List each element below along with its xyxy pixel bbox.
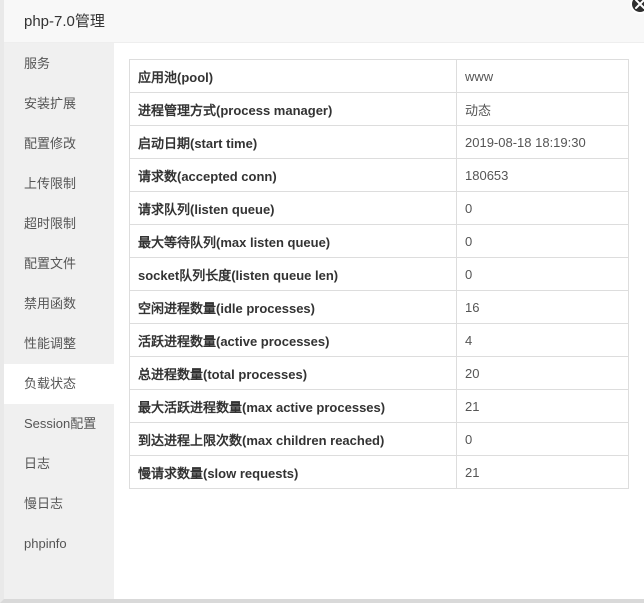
sidebar-item-upload-limit[interactable]: 上传限制 [4, 164, 114, 204]
table-row: 最大等待队列(max listen queue) 0 [129, 224, 629, 258]
row-value: 21 [456, 455, 629, 489]
table-row: 总进程数量(total processes) 20 [129, 356, 629, 390]
close-icon [635, 0, 644, 9]
row-key: 请求队列(listen queue) [129, 191, 457, 225]
sidebar-item-timeout-limit[interactable]: 超时限制 [4, 204, 114, 244]
sidebar-item-load-status[interactable]: 负载状态 [4, 364, 114, 404]
dialog-titlebar: php-7.0管理 [4, 0, 644, 43]
sidebar-item-service[interactable]: 服务 [4, 44, 114, 84]
row-value: 2019-08-18 18:19:30 [456, 125, 629, 159]
dialog-title: php-7.0管理 [24, 13, 105, 30]
row-value: www [456, 59, 629, 93]
table-row: 请求队列(listen queue) 0 [129, 191, 629, 225]
row-value: 动态 [456, 92, 629, 126]
status-table: 应用池(pool) www 进程管理方式(process manager) 动态 启… [129, 59, 629, 489]
row-value: 4 [456, 323, 629, 357]
row-key: 进程管理方式(process manager) [129, 92, 457, 126]
table-row: 请求数(accepted conn) 180653 [129, 158, 629, 192]
sidebar-item-log[interactable]: 日志 [4, 444, 114, 484]
sidebar-item-config-edit[interactable]: 配置修改 [4, 124, 114, 164]
table-row: 到达进程上限次数(max children reached) 0 [129, 422, 629, 456]
table-row: 启动日期(start time) 2019-08-18 18:19:30 [129, 125, 629, 159]
row-key: 慢请求数量(slow requests) [129, 455, 457, 489]
row-key: 启动日期(start time) [129, 125, 457, 159]
load-status-panel: 应用池(pool) www 进程管理方式(process manager) 动态 启… [114, 43, 644, 599]
row-key: 最大活跃进程数量(max active processes) [129, 389, 457, 423]
row-value: 21 [456, 389, 629, 423]
row-key: 空闲进程数量(idle processes) [129, 290, 457, 324]
row-key: 应用池(pool) [129, 59, 457, 93]
sidebar-item-disabled-functions[interactable]: 禁用函数 [4, 284, 114, 324]
row-key: 活跃进程数量(active processes) [129, 323, 457, 357]
row-key: 到达进程上限次数(max children reached) [129, 422, 457, 456]
row-key: 总进程数量(total processes) [129, 356, 457, 390]
row-key: socket队列长度(listen queue len) [129, 257, 457, 291]
sidebar-item-slow-log[interactable]: 慢日志 [4, 484, 114, 524]
table-row: 活跃进程数量(active processes) 4 [129, 323, 629, 357]
table-row: socket队列长度(listen queue len) 0 [129, 257, 629, 291]
row-value: 0 [456, 191, 629, 225]
row-value: 180653 [456, 158, 629, 192]
row-key: 请求数(accepted conn) [129, 158, 457, 192]
table-row: 应用池(pool) www [129, 59, 629, 93]
sidebar-item-install-extension[interactable]: 安装扩展 [4, 84, 114, 124]
sidebar-item-session-config[interactable]: Session配置 [4, 404, 114, 444]
table-row: 慢请求数量(slow requests) 21 [129, 455, 629, 489]
row-value: 0 [456, 422, 629, 456]
row-value: 16 [456, 290, 629, 324]
sidebar-item-phpinfo[interactable]: phpinfo [4, 524, 114, 564]
row-value: 0 [456, 224, 629, 258]
row-value: 0 [456, 257, 629, 291]
table-row: 进程管理方式(process manager) 动态 [129, 92, 629, 126]
table-row: 最大活跃进程数量(max active processes) 21 [129, 389, 629, 423]
sidebar-menu: 服务 安装扩展 配置修改 上传限制 超时限制 配置文件 禁用函数 性能调整 负载… [4, 43, 114, 599]
table-row: 空闲进程数量(idle processes) 16 [129, 290, 629, 324]
php-manager-dialog: php-7.0管理 服务 安装扩展 配置修改 上传限制 超时限制 配置文件 禁用… [0, 0, 644, 603]
sidebar-item-performance[interactable]: 性能调整 [4, 324, 114, 364]
row-value: 20 [456, 356, 629, 390]
row-key: 最大等待队列(max listen queue) [129, 224, 457, 258]
sidebar-item-config-file[interactable]: 配置文件 [4, 244, 114, 284]
